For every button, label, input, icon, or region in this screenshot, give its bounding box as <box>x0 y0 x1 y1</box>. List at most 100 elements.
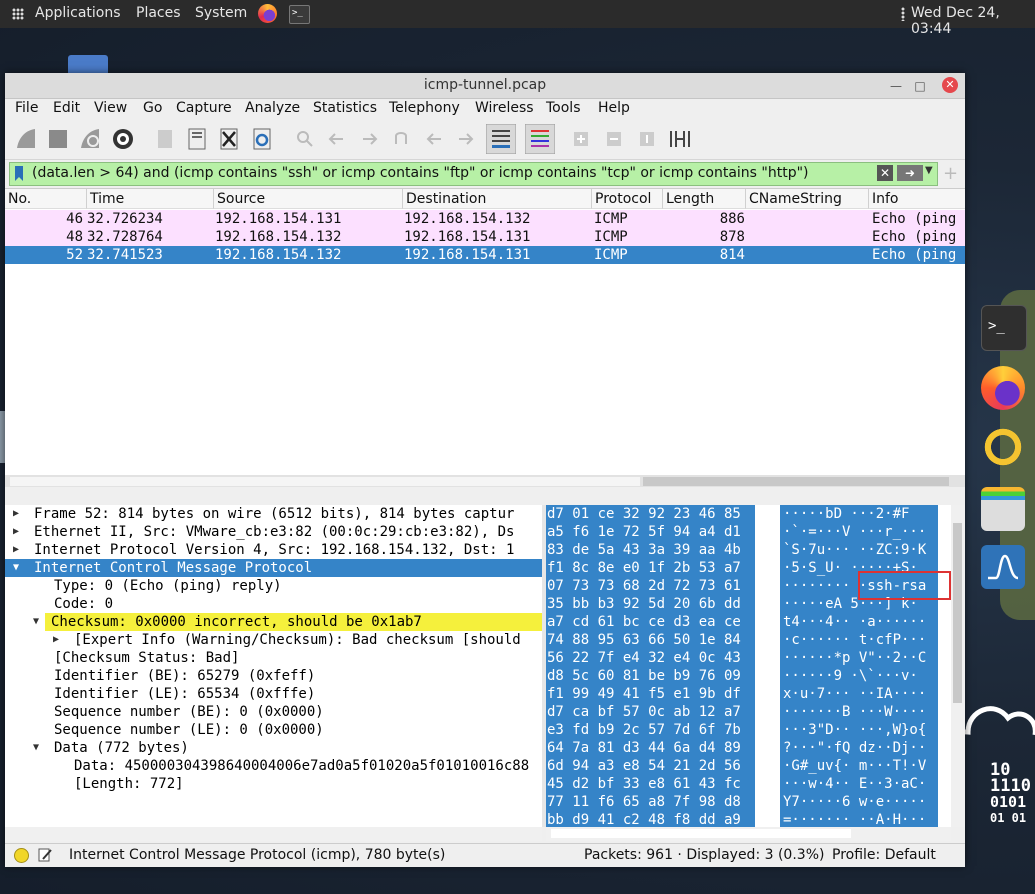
ascii-row[interactable]: ···w·4·· E··3·aC· <box>780 775 938 793</box>
start-capture-icon[interactable] <box>13 126 39 152</box>
details-horizontal-scrollbar[interactable] <box>5 827 542 841</box>
display-filter-input[interactable]: (data.len > 64) and (icmp contains "ssh"… <box>32 165 809 181</box>
hex-bytes-row[interactable]: f1 8c 8e e0 1f 2b 53 a7 <box>546 559 755 577</box>
collapse-arrow-right-icon[interactable]: ▶ <box>13 523 19 541</box>
hex-bytes-row[interactable]: 83 de 5a 43 3a 39 aa 4b <box>546 541 755 559</box>
applications-grid-icon[interactable] <box>12 8 24 20</box>
ascii-row[interactable]: x·u·7··· ··IA···· <box>780 685 938 703</box>
ascii-row[interactable]: ·····bD ···2·#F <box>780 505 938 523</box>
column-header-no[interactable]: No. <box>5 189 87 209</box>
ascii-row[interactable]: ·G#_uv{· m···T!·V <box>780 757 938 775</box>
menu-file[interactable]: File <box>15 100 38 116</box>
expert-info-tree-item[interactable]: ▶ [Expert Info (Warning/Checksum): Bad ch… <box>5 631 542 649</box>
column-header-destination[interactable]: Destination <box>403 189 592 209</box>
system-menu[interactable]: System <box>195 5 247 21</box>
go-forward-icon[interactable] <box>356 126 382 152</box>
firefox-launcher-icon[interactable] <box>258 4 277 23</box>
menu-edit[interactable]: Edit <box>53 100 80 116</box>
column-header-length[interactable]: Length <box>663 189 746 209</box>
go-to-packet-icon[interactable] <box>388 126 414 152</box>
terminal-launcher-icon[interactable]: >_ <box>289 5 310 24</box>
hex-bytes-row[interactable]: 35 bb b3 92 5d 20 6b dd <box>546 595 755 613</box>
clear-filter-icon[interactable]: ✕ <box>877 165 893 181</box>
title-bar[interactable]: icmp-tunnel.pcap — □ ✕ <box>5 73 965 99</box>
stop-capture-icon[interactable] <box>45 126 71 152</box>
column-header-info[interactable]: Info <box>869 189 965 209</box>
hex-bytes-row[interactable]: 56 22 7f e4 32 e4 0c 43 <box>546 649 755 667</box>
normal-size-icon[interactable] <box>634 126 660 152</box>
ascii-row[interactable]: =······· ··A·H··· <box>780 811 938 827</box>
packet-row[interactable]: 48 32.728764 192.168.154.132 192.168.154.13… <box>5 228 965 246</box>
menu-view[interactable]: View <box>94 100 127 116</box>
clock[interactable]: Wed Dec 24, 03:44 <box>911 5 1035 37</box>
hex-bytes-row[interactable]: 07 73 73 68 2d 72 73 61 <box>546 577 755 595</box>
reload-file-icon[interactable] <box>249 126 275 152</box>
identifier-le-field[interactable]: Identifier (LE): 65534 (0xfffe) <box>5 685 542 703</box>
menu-go[interactable]: Go <box>143 100 162 116</box>
menu-tools[interactable]: Tools <box>546 100 581 116</box>
data-bytes-field[interactable]: Data: 450000304398640004006e7ad0a5f01020… <box>5 757 542 775</box>
autoscroll-icon[interactable] <box>486 124 516 154</box>
zoom-out-icon[interactable] <box>601 126 627 152</box>
hex-bytes-row[interactable]: 45 d2 bf 33 e8 61 43 fc <box>546 775 755 793</box>
expand-arrow-down-icon[interactable]: ▼ <box>33 739 39 757</box>
hex-bytes-row[interactable]: a5 f6 1e 72 5f 94 a4 d1 <box>546 523 755 541</box>
bytes-vertical-scrollbar[interactable] <box>951 505 965 827</box>
icmp-type-field[interactable]: Type: 0 (Echo (ping) reply) <box>5 577 542 595</box>
column-header-time[interactable]: Time <box>87 189 214 209</box>
hex-bytes-row[interactable]: f1 99 49 41 f5 e1 9b df <box>546 685 755 703</box>
filter-history-dropdown-icon[interactable]: ▼ <box>925 165 933 176</box>
terminal-icon[interactable]: >_ <box>981 305 1027 351</box>
column-header-source[interactable]: Source <box>214 189 403 209</box>
restart-capture-icon[interactable] <box>77 126 103 152</box>
indicator-menu-icon[interactable] <box>901 7 905 21</box>
packet-row[interactable]: 52 32.741523 192.168.154.132 192.168.154.13… <box>5 246 965 264</box>
apply-filter-icon[interactable]: ➜ <box>897 165 923 181</box>
collapse-arrow-right-icon[interactable]: ▶ <box>13 541 19 559</box>
collapse-arrow-right-icon[interactable]: ▶ <box>13 505 19 523</box>
open-file-icon[interactable] <box>152 126 178 152</box>
edit-comment-icon[interactable] <box>37 847 53 863</box>
sequence-le-field[interactable]: Sequence number (LE): 0 (0x0000) <box>5 721 542 739</box>
ascii-row[interactable]: ······*p V"··2··C <box>780 649 938 667</box>
identifier-be-field[interactable]: Identifier (BE): 65279 (0xfeff) <box>5 667 542 685</box>
hex-bytes-row[interactable]: e3 fd b9 2c 57 7d 6f 7b <box>546 721 755 739</box>
checksum-status-field[interactable]: [Checksum Status: Bad] <box>5 649 542 667</box>
ascii-row[interactable]: ···3"D·· ···,W}o{ <box>780 721 938 739</box>
hex-bytes-row[interactable]: 74 88 95 63 66 50 1e 84 <box>546 631 755 649</box>
icmp-tree-item[interactable]: ▼ Internet Control Message Protocol <box>5 559 542 577</box>
sync-app-icon[interactable] <box>981 425 1025 469</box>
icmp-code-field[interactable]: Code: 0 <box>5 595 542 613</box>
go-back-icon[interactable] <box>324 126 350 152</box>
ascii-row[interactable]: t4···4·· ·a······ <box>780 613 938 631</box>
hex-bytes-row[interactable]: a7 cd 61 bc ce d3 ea ce <box>546 613 755 631</box>
hex-bytes-row[interactable]: d7 ca bf 57 0c ab 12 a7 <box>546 703 755 721</box>
capture-options-gear-icon[interactable] <box>110 126 136 152</box>
expand-arrow-down-icon[interactable]: ▼ <box>13 559 19 577</box>
close-file-icon[interactable] <box>216 126 242 152</box>
hex-bytes-row[interactable]: d8 5c 60 81 be b9 76 09 <box>546 667 755 685</box>
bytes-horizontal-scrollbar[interactable] <box>546 827 951 841</box>
hex-bytes-row[interactable]: bb d9 41 c2 48 f8 dd a9 <box>546 811 755 827</box>
ascii-row[interactable]: ·······B ···W···· <box>780 703 938 721</box>
horizontal-scrollbar-thumb[interactable] <box>643 477 949 486</box>
hex-bytes-row[interactable]: 6d 94 a3 e8 54 21 2d 56 <box>546 757 755 775</box>
menu-analyze[interactable]: Analyze <box>245 100 300 116</box>
data-length-field[interactable]: [Length: 772] <box>5 775 542 793</box>
ascii-row[interactable]: ·`·=···V ···r_··· <box>780 523 938 541</box>
bookmark-icon[interactable] <box>14 166 24 181</box>
packet-row[interactable]: 46 32.726234 192.168.154.131 192.168.154.13… <box>5 210 965 228</box>
bytes-scrollbar-thumb[interactable] <box>953 523 962 703</box>
find-packet-icon[interactable] <box>292 126 318 152</box>
wireshark-icon[interactable] <box>981 545 1025 589</box>
add-filter-button-icon[interactable]: + <box>943 163 958 184</box>
close-icon[interactable]: ✕ <box>942 77 958 93</box>
icmp-checksum-field[interactable]: Checksum: 0x0000 incorrect, should be 0x… <box>45 613 542 631</box>
horizontal-scrollbar-track[interactable] <box>10 477 640 486</box>
pane-splitter[interactable] <box>5 487 965 503</box>
zoom-in-icon[interactable] <box>568 126 594 152</box>
hex-bytes-row[interactable]: 64 7a 81 d3 44 6a d4 89 <box>546 739 755 757</box>
applications-menu[interactable]: Applications <box>35 5 121 21</box>
menu-statistics[interactable]: Statistics <box>313 100 377 116</box>
status-profile[interactable]: Profile: Default <box>832 847 936 863</box>
